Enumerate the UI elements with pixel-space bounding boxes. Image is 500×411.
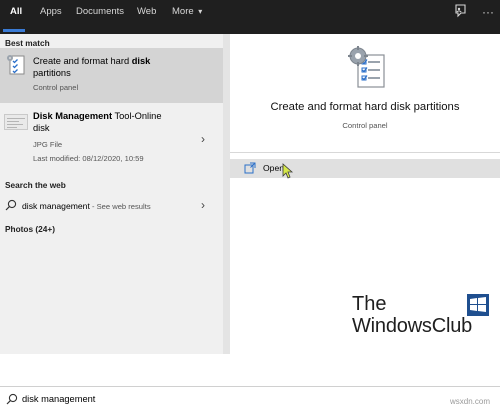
open-label: Open — [263, 163, 285, 173]
search-filter-bar: All Apps Documents Web More ▾ ··· — [0, 0, 500, 34]
more-options-icon[interactable]: ··· — [482, 6, 494, 18]
best-match-label: Best match — [5, 38, 50, 48]
pane-divider — [223, 34, 230, 354]
chevron-right-icon[interactable]: › — [201, 199, 205, 211]
site-watermark: wsxdn.com — [450, 397, 491, 406]
watermark-line2: WindowsClub — [352, 315, 473, 337]
windows-logo-icon — [467, 294, 489, 316]
best-match-item[interactable]: Create and format hard disk partitions C… — [0, 48, 223, 103]
file-result-item[interactable]: Disk Management Tool-Online disk JPG Fil… — [0, 106, 223, 174]
web-result-text: disk management - See web results — [22, 201, 151, 211]
feedback-icon[interactable] — [452, 3, 468, 19]
mouse-cursor-icon — [282, 163, 294, 179]
best-match-subtitle: Control panel — [33, 83, 79, 92]
search-input[interactable] — [22, 391, 422, 407]
detail-title: Create and format hard disk partitions — [270, 101, 460, 113]
control-panel-icon — [7, 55, 25, 75]
photos-label[interactable]: Photos (24+) — [5, 224, 55, 234]
file-result-type: JPG File — [33, 140, 63, 149]
tab-documents[interactable]: Documents — [76, 0, 124, 34]
taskbar-search-box[interactable]: wsxdn.com — [0, 386, 500, 411]
divider — [230, 152, 500, 153]
best-match-title-highlight: disk — [131, 56, 151, 66]
control-panel-icon — [348, 46, 385, 88]
chevron-right-icon[interactable]: › — [201, 133, 205, 145]
tab-apps[interactable]: Apps — [40, 0, 62, 34]
watermark-line1: The — [352, 293, 387, 315]
chevron-down-icon: ▾ — [198, 7, 203, 16]
file-result-modified: Last modified: 08/12/2020, 10:59 — [33, 154, 144, 163]
search-icon — [5, 199, 17, 211]
file-result-title: Disk Management Tool-Online disk — [33, 111, 162, 133]
tab-more-label: More — [172, 6, 194, 17]
open-icon — [244, 162, 256, 174]
web-result-item[interactable]: disk management - See web results › — [0, 195, 223, 217]
image-thumbnail-icon — [4, 114, 28, 130]
best-match-title: Create and format hard disk partitions — [33, 56, 151, 78]
tab-web[interactable]: Web — [137, 0, 156, 34]
tab-more[interactable]: More ▾ — [172, 0, 202, 34]
detail-subtitle: Control panel — [342, 121, 388, 130]
watermark: The WindowsClub — [352, 293, 492, 341]
search-web-label: Search the web — [5, 180, 66, 190]
active-tab-indicator — [3, 29, 25, 32]
open-action[interactable]: Open — [230, 159, 500, 179]
results-pane: Best match Create and format hard disk p… — [0, 34, 223, 354]
search-icon — [6, 393, 18, 405]
